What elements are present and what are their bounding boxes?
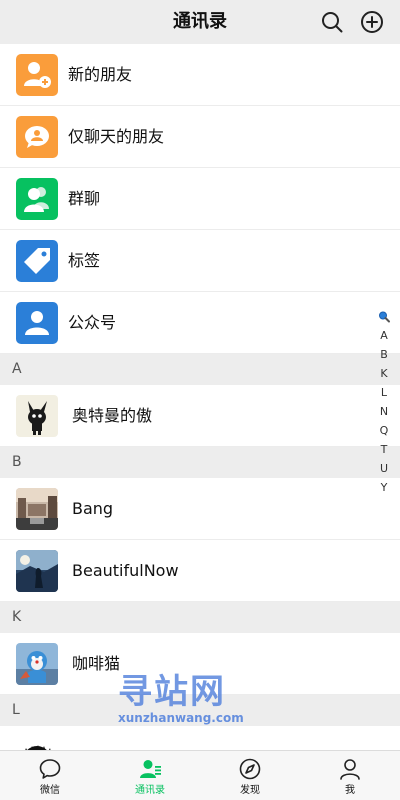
contact-row[interactable]: BeautifulNow xyxy=(0,540,400,602)
compass-icon xyxy=(239,758,261,780)
index-letter-q[interactable]: Q xyxy=(376,421,392,440)
chat-only-friends-entry[interactable]: 仅聊天的朋友 xyxy=(0,106,400,168)
tags-entry[interactable]: 标签 xyxy=(0,230,400,292)
bottom-tab-bar: 微信 通讯录 发现 我 xyxy=(0,750,400,800)
chat-bubble-icon xyxy=(39,759,61,779)
index-letter-l[interactable]: L xyxy=(376,383,392,402)
tab-me-label: 我 xyxy=(345,785,355,796)
contact-name: BeautifulNow xyxy=(72,561,179,580)
index-letter-y[interactable]: Y xyxy=(376,478,392,497)
top-bar: 通讯录 xyxy=(0,0,400,44)
tag-icon xyxy=(16,240,58,282)
section-header-a: A xyxy=(0,354,400,385)
tab-discover[interactable]: 发现 xyxy=(200,751,300,800)
avatar xyxy=(16,488,58,530)
tab-contacts[interactable]: 通讯录 xyxy=(100,751,200,800)
alphabet-index-bar[interactable]: A B K L N Q T U Y xyxy=(376,308,392,497)
contact-name: 奥特曼的傲 xyxy=(72,406,153,425)
new-friends-label: 新的朋友 xyxy=(68,65,133,84)
official-account-icon xyxy=(16,302,58,344)
contact-name: 咖啡猫 xyxy=(72,654,121,673)
new-friend-icon xyxy=(16,54,58,96)
chat-only-friend-icon xyxy=(16,116,58,158)
contacts-icon xyxy=(140,760,161,778)
person-icon xyxy=(340,759,360,780)
contact-row[interactable]: 咖啡猫 xyxy=(0,633,400,695)
avatar xyxy=(16,395,58,437)
new-friends-entry[interactable]: 新的朋友 xyxy=(0,44,400,106)
tab-contacts-label: 通讯录 xyxy=(135,785,165,796)
contacts-list[interactable]: 新的朋友 仅聊天的朋友 群聊 标签 公众号 A 奥特曼的傲 B Bang Bea… xyxy=(0,44,400,750)
magnifier-icon[interactable] xyxy=(376,308,392,326)
search-icon[interactable] xyxy=(320,10,344,34)
index-letter-u[interactable]: U xyxy=(376,459,392,478)
avatar xyxy=(16,550,58,592)
add-circle-icon[interactable] xyxy=(360,10,384,34)
contact-name: Bang xyxy=(72,499,114,518)
avatar xyxy=(16,736,58,750)
tab-me[interactable]: 我 xyxy=(300,751,400,800)
tab-chats[interactable]: 微信 xyxy=(0,751,100,800)
index-letter-k[interactable]: K xyxy=(376,364,392,383)
chat-only-friends-label: 仅聊天的朋友 xyxy=(68,127,165,146)
avatar xyxy=(16,643,58,685)
index-letter-b[interactable]: B xyxy=(376,345,392,364)
group-chat-icon xyxy=(16,178,58,220)
contact-row[interactable]: 奥特曼的傲 xyxy=(0,385,400,447)
contact-row-partial[interactable] xyxy=(0,726,400,750)
section-header-k: K xyxy=(0,602,400,633)
section-header-l: L xyxy=(0,695,400,726)
tab-discover-label: 发现 xyxy=(240,785,260,796)
group-chats-entry[interactable]: 群聊 xyxy=(0,168,400,230)
section-header-b: B xyxy=(0,447,400,478)
official-accounts-entry[interactable]: 公众号 xyxy=(0,292,400,354)
index-letter-t[interactable]: T xyxy=(376,440,392,459)
official-accounts-label: 公众号 xyxy=(68,313,117,332)
index-letter-n[interactable]: N xyxy=(376,402,392,421)
tab-chats-label: 微信 xyxy=(40,785,60,796)
index-letter-a[interactable]: A xyxy=(376,326,392,345)
group-chats-label: 群聊 xyxy=(68,189,101,208)
tags-label: 标签 xyxy=(68,251,101,270)
contact-row[interactable]: Bang xyxy=(0,478,400,540)
